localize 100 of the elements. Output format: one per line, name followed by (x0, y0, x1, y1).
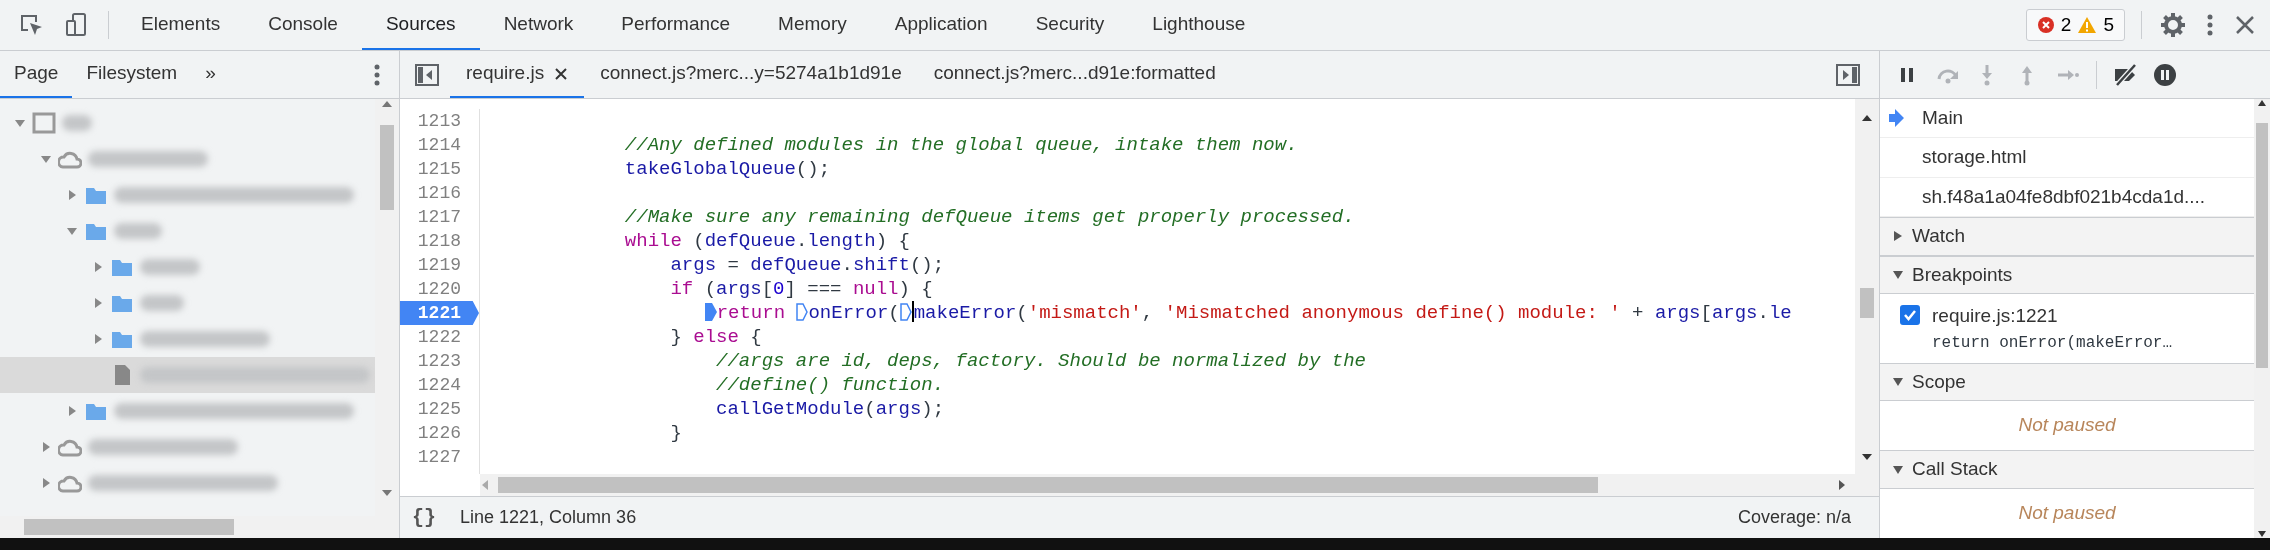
empty-message: Not paused (2017, 501, 2117, 526)
code-line: if (args[0] === null) { (669, 277, 934, 301)
line-number: 1220 (416, 278, 462, 301)
scrollbar-thumb[interactable] (2256, 123, 2268, 368)
code-line: //define() function. (715, 373, 946, 397)
file-tab[interactable]: connect.js?merc...d91e:formatted (917, 51, 1232, 98)
section-header[interactable]: Breakpoints (1880, 255, 2254, 295)
pause-circle-icon[interactable] (2153, 62, 2177, 87)
warning-icon (2077, 16, 2098, 34)
inline-breakpoint-icon[interactable] (899, 303, 912, 321)
scroll-up-icon[interactable] (2257, 99, 2267, 107)
horizontal-scrollbar[interactable] (480, 474, 1855, 496)
line-number: 1226 (416, 422, 462, 445)
collapsed-arrow-icon[interactable] (1892, 230, 1904, 243)
collapsed-arrow-icon[interactable] (40, 441, 52, 453)
code-line: takeGlobalQueue(); (623, 157, 832, 181)
code-line: while (defQueue.length) { (623, 229, 911, 253)
vertical-scrollbar[interactable] (1855, 99, 1879, 496)
panel-tab[interactable]: Performance (597, 0, 755, 50)
vertical-scrollbar[interactable] (2254, 99, 2270, 538)
line-number: 1218 (416, 230, 462, 253)
scroll-up-icon[interactable] (1861, 113, 1873, 123)
panel-tab[interactable]: Security (1011, 0, 1129, 50)
expanded-arrow-icon[interactable] (1892, 268, 1904, 281)
panel-tab[interactable]: Application (870, 0, 1012, 50)
line-number: 1223 (416, 350, 462, 373)
warning-count: 5 (2103, 12, 2114, 37)
issues-counter[interactable]: 2 5 (2025, 9, 2125, 41)
close-icon[interactable] (554, 66, 569, 81)
panel-tab[interactable]: Sources (361, 0, 480, 50)
navigator-tab[interactable]: Filesystem (72, 51, 192, 98)
empty-message: Not paused (2017, 413, 2117, 438)
line-number: 1215 (416, 158, 462, 181)
code-line: //Make sure any remaining defQueue items get properly processed. (623, 205, 1356, 229)
collapsed-arrow-icon[interactable] (92, 297, 104, 309)
expanded-arrow-icon[interactable] (40, 153, 52, 165)
more-tabs-button[interactable]: » (191, 51, 230, 98)
code-line: callGetModule(args); (715, 397, 946, 421)
blurred-label (140, 295, 184, 311)
tree-item[interactable] (0, 357, 375, 393)
error-count: 2 (2060, 12, 2072, 37)
code-line: return onError( makeError('mismatch', 'Mismatched anonymous define() module: ' + args[args.le (488, 301, 1855, 325)
scrollbar-thumb[interactable] (380, 125, 394, 210)
scroll-right-icon[interactable] (1837, 479, 1847, 491)
panel-tab[interactable]: Network (479, 0, 598, 50)
scrollbar-thumb[interactable] (24, 519, 234, 535)
scroll-left-icon[interactable] (480, 479, 490, 491)
expanded-arrow-icon[interactable] (66, 225, 78, 237)
scroll-down-icon[interactable] (1861, 452, 1873, 462)
panel-tab[interactable]: Elements (117, 0, 245, 50)
panel-tab[interactable]: Lighthouse (1128, 0, 1270, 50)
pretty-print-button[interactable]: {} (412, 502, 436, 533)
code-line: //args are id, deps, factory. Should be normalized by the (715, 349, 1367, 373)
breakpoint-checkbox[interactable] (1900, 305, 1920, 326)
breakpoint-line-number[interactable]: 1221 (400, 301, 479, 325)
section-header[interactable]: Watch (1880, 217, 2254, 256)
collapsed-arrow-icon[interactable] (66, 189, 78, 201)
breakpoint-code: return onError(makeError… (1932, 332, 2173, 354)
expanded-arrow-icon[interactable] (14, 117, 26, 129)
section-header[interactable]: Call Stack (1880, 450, 2254, 489)
collapsed-arrow-icon[interactable] (92, 261, 104, 273)
frame-icon (32, 111, 56, 135)
close-icon[interactable] (2234, 14, 2256, 36)
line-number: 1225 (416, 398, 462, 421)
slashed-tag-icon[interactable] (2113, 62, 2137, 87)
error-icon (2036, 16, 2055, 34)
panel-tab[interactable]: Console (244, 0, 362, 50)
line-number: 1227 (416, 446, 462, 469)
file-tab[interactable]: connect.js?merc...y=5274a1b1d91e (584, 51, 918, 98)
collapsed-arrow-icon[interactable] (66, 405, 78, 417)
blurred-label (140, 259, 200, 275)
code-line: //Any defined modules in the global queue, intake them now. (623, 133, 1299, 157)
line-number: 1217 (416, 206, 462, 229)
line-number: 1224 (416, 374, 462, 397)
expanded-arrow-icon[interactable] (1892, 375, 1904, 388)
section-header[interactable]: Scope (1880, 362, 2254, 402)
settings-icon[interactable] (2160, 12, 2186, 38)
blurred-label (114, 223, 162, 239)
checkmark-icon (1903, 308, 1917, 323)
scrollbar-thumb[interactable] (498, 477, 1598, 493)
blurred-label (62, 115, 92, 131)
more-options-icon[interactable] (2206, 12, 2214, 38)
scrollbar-thumb[interactable] (1860, 288, 1874, 318)
coverage-status: Coverage: n/a (1737, 506, 1851, 529)
breakpoint-marker-icon[interactable] (704, 303, 717, 321)
sidebar-toggle-icon[interactable] (1835, 62, 1861, 87)
scroll-down-icon[interactable] (2257, 530, 2267, 538)
code-line: } (669, 421, 683, 445)
cursor-position: Line 1221, Column 36 (460, 506, 637, 529)
navigator-tab[interactable]: Page (0, 51, 73, 98)
code-line: } else { (669, 325, 763, 349)
collapsed-arrow-icon[interactable] (40, 477, 52, 489)
collapsed-arrow-icon[interactable] (92, 333, 104, 345)
line-number: 1219 (416, 254, 462, 277)
panel-tab[interactable]: Memory (754, 0, 871, 50)
line-number: 1222 (416, 326, 462, 349)
sidebar-toggle-icon[interactable] (414, 62, 440, 87)
inline-breakpoint-icon[interactable] (796, 303, 809, 321)
expanded-arrow-icon[interactable] (1892, 463, 1904, 476)
breakpoint-location: require.js:1221 (1932, 304, 2059, 329)
